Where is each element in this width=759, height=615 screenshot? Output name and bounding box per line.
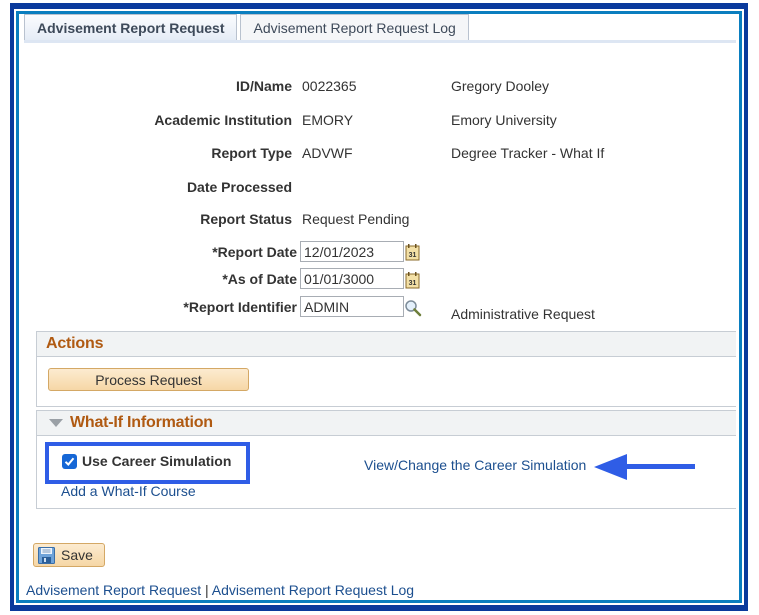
floppy-disk-icon xyxy=(38,546,55,564)
tab-bar: Advisement Report Request Advisement Rep… xyxy=(24,14,472,40)
save-button[interactable]: Save xyxy=(33,543,105,567)
institution-label: Academic Institution xyxy=(154,112,292,128)
as-of-date-label: *As of Date xyxy=(222,271,297,287)
calendar-icon[interactable]: 31 xyxy=(404,243,422,261)
svg-text:31: 31 xyxy=(409,252,417,259)
institution-value: EMORY xyxy=(302,112,354,128)
tab-advisement-report-request-log[interactable]: Advisement Report Request Log xyxy=(240,14,469,40)
footer-separator: | xyxy=(201,582,212,598)
id-name-label: ID/Name xyxy=(235,78,292,94)
tab-advisement-report-request[interactable]: Advisement Report Request xyxy=(24,14,238,40)
whatif-title: What-If Information xyxy=(70,414,213,431)
report-identifier-description: Administrative Request xyxy=(451,306,595,322)
calendar-icon[interactable]: 31 xyxy=(404,271,422,289)
footer-link-advisement-report-request-log[interactable]: Advisement Report Request Log xyxy=(212,582,414,598)
report-type-description: Degree Tracker - What If xyxy=(451,145,605,161)
save-label: Save xyxy=(61,547,93,563)
actions-header: Actions xyxy=(37,332,736,357)
annotation-arrow-icon xyxy=(594,454,695,480)
lookup-icon[interactable] xyxy=(404,299,422,317)
view-change-career-simulation-link[interactable]: View/Change the Career Simulation xyxy=(364,457,586,473)
report-identifier-label: *Report Identifier xyxy=(183,299,297,315)
as-of-date-input[interactable] xyxy=(300,268,404,289)
use-career-simulation-label: Use Career Simulation xyxy=(82,453,232,469)
footer-link-advisement-report-request[interactable]: Advisement Report Request xyxy=(26,582,201,598)
institution-description: Emory University xyxy=(451,112,557,128)
report-date-label: *Report Date xyxy=(212,244,297,260)
student-name: Gregory Dooley xyxy=(451,78,550,94)
date-processed-label: Date Processed xyxy=(186,179,292,195)
id-value: 0022365 xyxy=(302,78,357,94)
collapse-triangle-icon[interactable] xyxy=(49,419,63,427)
tab-underline xyxy=(24,40,736,43)
whatif-header[interactable]: What-If Information xyxy=(37,411,736,436)
report-identifier-input[interactable] xyxy=(300,296,404,317)
process-request-button[interactable]: Process Request xyxy=(48,368,249,391)
report-date-input[interactable] xyxy=(300,241,404,262)
use-career-simulation-checkbox[interactable] xyxy=(62,454,77,469)
report-status-value: Request Pending xyxy=(302,211,410,227)
actions-title: Actions xyxy=(46,335,104,352)
footer-links: Advisement Report Request | Advisement R… xyxy=(26,582,414,598)
report-type-label: Report Type xyxy=(211,145,292,161)
report-type-value: ADVWF xyxy=(302,145,353,161)
add-whatif-course-link[interactable]: Add a What-If Course xyxy=(61,483,196,499)
checkmark-icon xyxy=(64,457,75,466)
report-status-label: Report Status xyxy=(200,211,292,227)
svg-text:31: 31 xyxy=(409,280,417,287)
